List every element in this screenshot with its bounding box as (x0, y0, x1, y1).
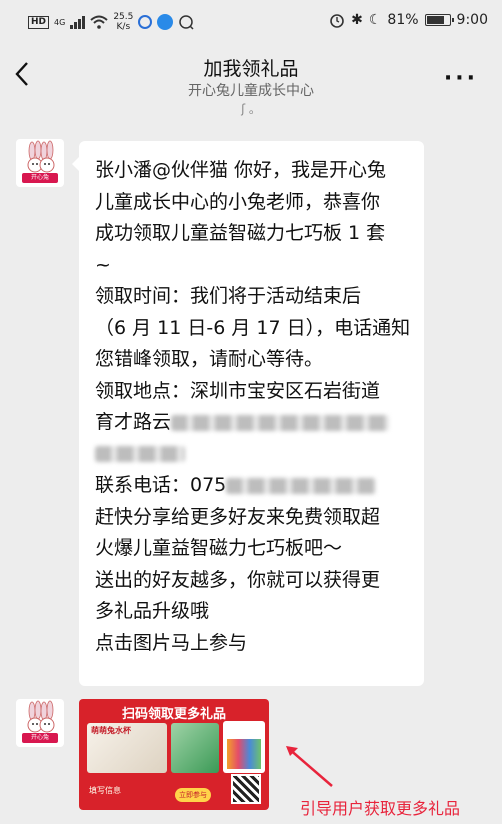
alarm-icon (330, 14, 344, 28)
message-line: 您错峰领取，请耐心等待。 (95, 348, 324, 370)
wifi-icon (90, 15, 108, 29)
more-icon[interactable]: ··· (444, 66, 478, 91)
message-bubble[interactable]: 张小潘@伙伴猫 你好，我是开心兔 儿童成长中心的小兔老师，恭喜你 成功领取儿童益… (72, 141, 424, 686)
page-title: 加我领礼品 (203, 58, 299, 80)
typing-indicator: ʃ 。 (241, 102, 261, 116)
avatar-label: 开心兔 (22, 173, 58, 183)
promo-image-message[interactable]: 扫码领取更多礼品 萌萌兔水杯 填写信息 立即参与 (79, 699, 269, 810)
moon-icon: ☾ (368, 12, 382, 28)
hd-icon: HD (28, 15, 50, 29)
message-line: 点击图片马上参与 (95, 631, 248, 654)
clock: 9:00 (456, 12, 488, 28)
avatar[interactable]: 开心兔 (16, 139, 64, 187)
message-line-redacted (95, 439, 412, 471)
redacted-text (226, 477, 377, 494)
battery-percent: 81% (387, 12, 419, 28)
message-line: 张小潘@伙伴猫 你好，我是开心兔 (95, 159, 387, 181)
qr-code-icon (231, 774, 261, 804)
network-type: 4G (54, 17, 66, 27)
avatar-label: 开心兔 (22, 733, 58, 743)
message-line: 儿童成长中心的小兔老师，恭喜你 (95, 190, 381, 213)
status-bar: HD 4G 25.5 K/s ✱ ☾ 81% 9:00 (0, 0, 502, 46)
redacted-text (95, 446, 185, 462)
message-line: 领取时间：我们将于活动结束后 (95, 285, 362, 307)
promo-banner: 扫码领取更多礼品 (121, 707, 226, 722)
message-line-phone: 联系电话：075 (95, 470, 412, 502)
product-image: 萌萌兔水杯 (87, 723, 167, 773)
message-line: 送出的好友越多，你就可以获得更 (95, 568, 381, 591)
app-notification-icon (138, 15, 153, 29)
product-image-2 (171, 723, 219, 773)
message-line: 赶快分享给更多好友来免费领取超 (95, 505, 381, 528)
bluetooth-icon: ✱ (351, 12, 363, 28)
product-name: 萌萌兔水杯 (91, 726, 131, 735)
message-line: 成功领取儿童益智磁力七巧板 1 套 (95, 222, 386, 244)
message-line: ~ (95, 253, 111, 276)
promo-button: 立即参与 (175, 788, 211, 802)
message-line: 领取地点：深圳市宝安区石岩街道 (95, 379, 381, 402)
chat-notification-icon (179, 15, 194, 30)
signal-icon (70, 15, 86, 29)
avatar[interactable]: 开心兔 (16, 699, 64, 747)
app-notification-icon-2 (157, 14, 174, 30)
message-line: （6 月 11 日-6 月 17 日），电话通知 (95, 316, 411, 339)
message-line: 多礼品升级哦 (95, 600, 210, 622)
chat-header: 加我领礼品 开心兔儿童成长中心 ʃ 。 ··· (0, 46, 502, 130)
redacted-text (171, 414, 390, 431)
promo-note: 填写信息 (89, 786, 121, 795)
message-line-address: 育才路云 (95, 407, 412, 439)
net-speed: 25.5 K/s (113, 12, 134, 32)
annotation-text: 引导用户获取更多礼品 (300, 799, 461, 818)
page-subtitle: 开心兔儿童成长中心 (188, 83, 314, 99)
annotation-arrow-icon (286, 746, 333, 787)
message-line: 火爆儿童益智磁力七巧板吧～ (95, 537, 343, 559)
battery-icon (424, 14, 454, 26)
product-image-3 (223, 721, 265, 773)
